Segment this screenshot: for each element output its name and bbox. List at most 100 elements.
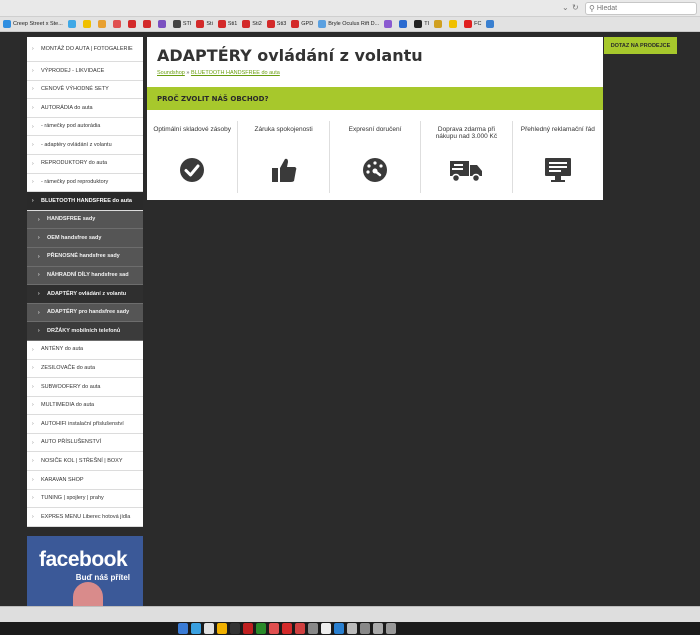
sidebar-item[interactable]: › SUBWOOFERY do auta (27, 378, 143, 397)
dock-app-icon[interactable] (334, 623, 344, 634)
bookmark-item[interactable] (112, 20, 123, 28)
bookmark-item[interactable] (384, 20, 394, 28)
sidebar-item[interactable]: › TUNING | spojlery | prahy (27, 489, 143, 509)
sidebar-item[interactable]: › - rámečky pod reproduktory (27, 173, 143, 193)
dock-app-icon[interactable] (217, 623, 227, 634)
bookmark-favicon-icon (384, 20, 393, 28)
dock-app-icon[interactable] (373, 623, 383, 634)
bookmark-item[interactable]: GPD (291, 20, 313, 28)
dock-app-icon[interactable] (230, 623, 240, 634)
bookmark-favicon-icon (266, 20, 275, 28)
feature-label: Přehledný reklamační řád (520, 126, 595, 133)
sidebar-item[interactable]: › NOSIČE KOL | STŘEŠNÍ | BOXY (27, 452, 143, 472)
sidebar-item[interactable]: › ANTÉNY do auta (27, 340, 143, 360)
chevron-right-icon: › (32, 458, 34, 465)
reload-icon[interactable]: ↻ (572, 3, 579, 12)
sidebar-item[interactable]: › AUTO PŘÍSLUŠENSTVÍ (27, 433, 143, 453)
sidebar-item[interactable]: › OEM handsfree sady (27, 229, 143, 248)
facebook-banner[interactable]: facebook Buď náš přítel (27, 536, 143, 608)
bookmark-item[interactable] (157, 20, 168, 28)
sidebar-item[interactable]: › BLUETOOTH HANDSFREE do auta (27, 192, 143, 211)
dock-app-icon[interactable] (347, 623, 357, 634)
chevron-right-icon: › (32, 123, 34, 130)
sidebar-item-label: PŘENOSNÉ handsfree sady (47, 253, 120, 260)
sidebar-item-label: BLUETOOTH HANDSFREE do auta (41, 197, 132, 204)
dock-app-icon[interactable] (386, 623, 396, 634)
sidebar-item[interactable]: › - adaptéry ovládání z volantu (27, 136, 143, 155)
dock-app-icon[interactable] (243, 623, 253, 634)
sidebar-item[interactable]: › AUTORÁDIA do auta (27, 99, 143, 118)
dock-app-icon[interactable] (321, 623, 331, 634)
facebook-tagline: Buď náš přítel (75, 573, 130, 582)
sidebar-item[interactable]: › HANDSFREE sady (27, 210, 143, 230)
sidebar-item[interactable]: › MONTÁŽ DO AUTA | FOTOGALERIE (27, 37, 143, 62)
breadcrumb-home-link[interactable]: Soundshop (157, 70, 185, 76)
bookmark-favicon-icon (127, 20, 136, 28)
sidebar-item[interactable]: › KARAVAN SHOP (27, 471, 143, 490)
bookmark-item[interactable]: Sti1 (217, 20, 238, 28)
browser-search-input[interactable] (596, 5, 692, 12)
bookmark-favicon-icon (217, 20, 226, 28)
chevron-right-icon: › (38, 253, 40, 260)
sidebar-item-label: KARAVAN SHOP (41, 476, 84, 483)
bookmark-item[interactable]: Sti2 (242, 20, 262, 28)
bookmark-item[interactable]: Bryle Oculus Rift D... (318, 20, 379, 28)
bookmark-favicon-icon (82, 20, 91, 28)
dropdown-icon[interactable]: ⌄ (562, 3, 569, 12)
dock-app-icon[interactable] (269, 623, 279, 634)
breadcrumb-parent-link[interactable]: BLUETOOTH HANDSFREE do auta (191, 70, 280, 76)
bookmark-item[interactable] (142, 20, 153, 28)
bookmark-item[interactable] (449, 20, 459, 28)
bookmark-item[interactable] (127, 20, 138, 28)
bookmark-item[interactable]: FC (464, 20, 481, 28)
bookmark-item[interactable]: Creep Street x Ste... (3, 20, 63, 28)
bookmark-favicon-icon (486, 20, 495, 28)
dock-app-icon[interactable] (308, 623, 318, 634)
bookmark-item[interactable]: STI (172, 20, 191, 28)
facebook-logo: facebook (39, 548, 128, 571)
bookmark-item[interactable] (434, 20, 444, 28)
sidebar-item[interactable]: › ADAPTÉRY pro handsfree sady (27, 303, 143, 323)
sidebar-item[interactable]: › DRŽÁKY mobilních telefonů (27, 322, 143, 341)
browser-search-box[interactable]: ⚲ (585, 2, 697, 15)
dock-app-icon[interactable] (360, 623, 370, 634)
bookmark-item[interactable] (399, 20, 409, 28)
bookmark-item[interactable]: Sti (196, 20, 213, 28)
bookmark-item[interactable]: Sti3 (266, 20, 286, 28)
bookmark-label: FC (474, 21, 482, 27)
sidebar-item[interactable]: › - rámečky pod autorádia (27, 117, 143, 137)
bookmark-item[interactable] (82, 20, 93, 28)
dock-app-icon[interactable] (295, 623, 305, 634)
sidebar-item[interactable]: › ADAPTÉRY ovládání z volantu (27, 285, 143, 304)
bookmark-favicon-icon (434, 20, 443, 28)
sidebar-item[interactable]: › REPRODUKTORY do auta (27, 154, 143, 174)
bookmark-favicon-icon (318, 20, 327, 28)
dock-app-icon[interactable] (204, 623, 214, 634)
bookmark-favicon-icon (142, 20, 151, 28)
sidebar-item[interactable]: › ZESILOVAČE do auta (27, 359, 143, 379)
sidebar-item-label: AUTO PŘÍSLUŠENSTVÍ (41, 439, 102, 446)
contact-seller-button[interactable]: DOTAZ NA PRODEJCE (604, 37, 677, 54)
sidebar-item[interactable]: › AUTOHIFI instalační příslušenství (27, 415, 143, 434)
chevron-right-icon: › (32, 495, 34, 502)
chevron-right-icon: › (32, 67, 34, 74)
bookmark-label: Sti1 (227, 21, 238, 27)
sidebar-item[interactable]: › MULTIMEDIA do auta (27, 396, 143, 416)
bookmark-item[interactable]: TI (414, 20, 429, 28)
bookmark-item[interactable] (97, 20, 108, 28)
dock-app-icon[interactable] (191, 623, 201, 634)
bookmark-favicon-icon (67, 20, 76, 28)
sidebar-item[interactable]: › EXPRES MENU Liberec hotová jídla (27, 508, 143, 527)
dock-app-icon[interactable] (178, 623, 188, 634)
sidebar-item[interactable]: › VÝPRODEJ - LIKVIDACE (27, 62, 143, 81)
feature-item: Přehledný reklamační řád (513, 121, 603, 193)
sidebar-item[interactable]: › NÁHRADNÍ DÍLY handsfree sad (27, 266, 143, 286)
sidebar-item-label: CENOVĚ VÝHODNÉ SETY (41, 86, 109, 93)
sidebar-item[interactable]: › CENOVĚ VÝHODNÉ SETY (27, 80, 143, 100)
sidebar-item[interactable]: › PŘENOSNÉ handsfree sady (27, 247, 143, 267)
dock-app-icon[interactable] (282, 623, 292, 634)
dock-app-icon[interactable] (256, 623, 266, 634)
bookmark-item[interactable] (486, 20, 496, 28)
chevron-right-icon: › (38, 290, 40, 297)
bookmark-item[interactable] (67, 20, 78, 28)
